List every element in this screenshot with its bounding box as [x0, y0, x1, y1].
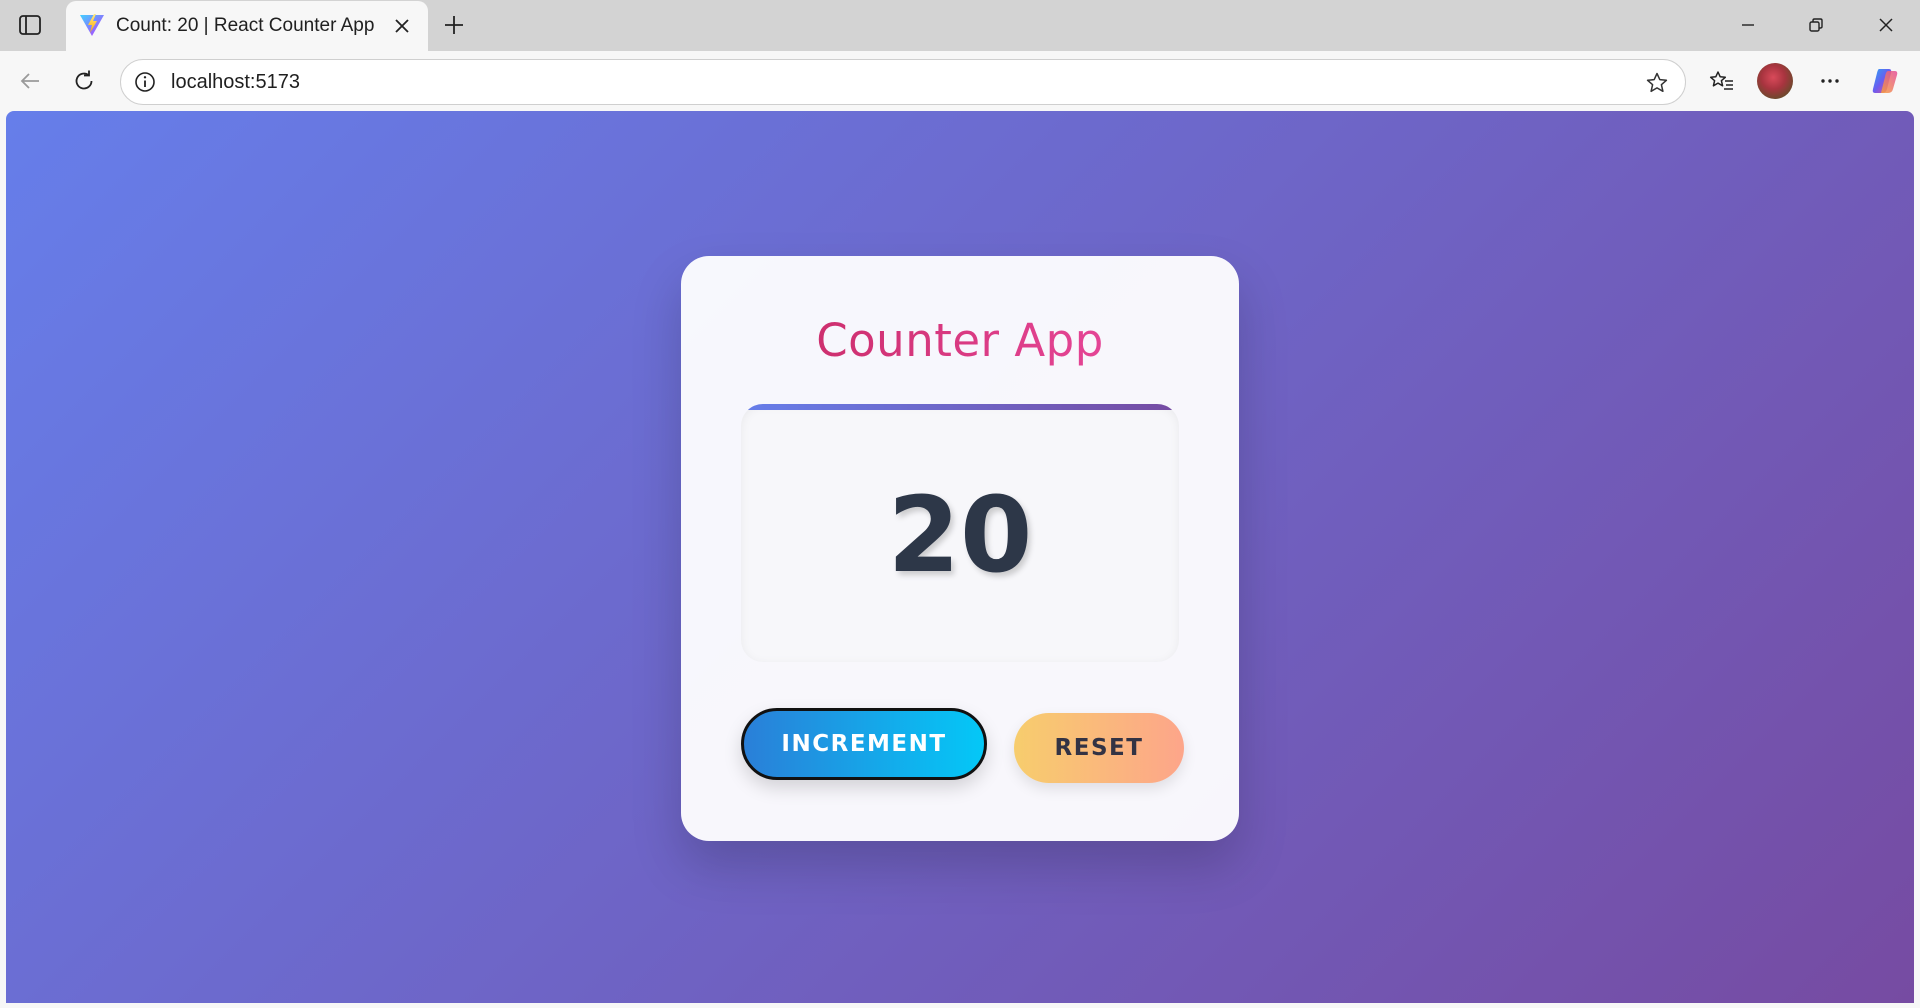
reset-button[interactable]: RESET: [1014, 713, 1184, 783]
counter-card: Counter App 20 INCREMENT RESET: [681, 256, 1239, 841]
tab-list-icon[interactable]: [16, 12, 44, 38]
reload-icon[interactable]: [68, 65, 100, 97]
star-icon[interactable]: [1643, 69, 1671, 97]
minimize-icon[interactable]: [1728, 10, 1768, 40]
vite-logo-icon: [79, 13, 105, 37]
increment-button[interactable]: INCREMENT: [741, 708, 987, 780]
copilot-icon[interactable]: [1869, 65, 1901, 97]
count-display: 20: [741, 404, 1179, 662]
display-accent-bar: [741, 404, 1179, 410]
avatar[interactable]: [1757, 63, 1793, 99]
plus-icon[interactable]: [440, 11, 468, 39]
browser-tab[interactable]: Count: 20 | React Counter App: [66, 1, 428, 51]
browser-toolbar: localhost:5173: [0, 51, 1920, 111]
url-text[interactable]: localhost:5173: [171, 71, 300, 94]
info-icon[interactable]: [133, 70, 157, 94]
page-viewport: Counter App 20 INCREMENT RESET: [6, 111, 1914, 1003]
back-arrow-icon[interactable]: [14, 65, 46, 97]
tab-strip: Count: 20 | React Counter App: [0, 0, 1920, 51]
app-title: Counter App: [681, 314, 1239, 367]
tab-title: Count: 20 | React Counter App: [116, 15, 375, 36]
favorites-icon[interactable]: [1706, 65, 1738, 97]
close-window-icon[interactable]: [1866, 10, 1906, 40]
more-icon[interactable]: [1814, 65, 1846, 97]
restore-icon[interactable]: [1796, 10, 1836, 40]
count-value: 20: [887, 474, 1033, 596]
address-bar[interactable]: localhost:5173: [120, 59, 1686, 105]
close-icon[interactable]: [390, 14, 414, 38]
